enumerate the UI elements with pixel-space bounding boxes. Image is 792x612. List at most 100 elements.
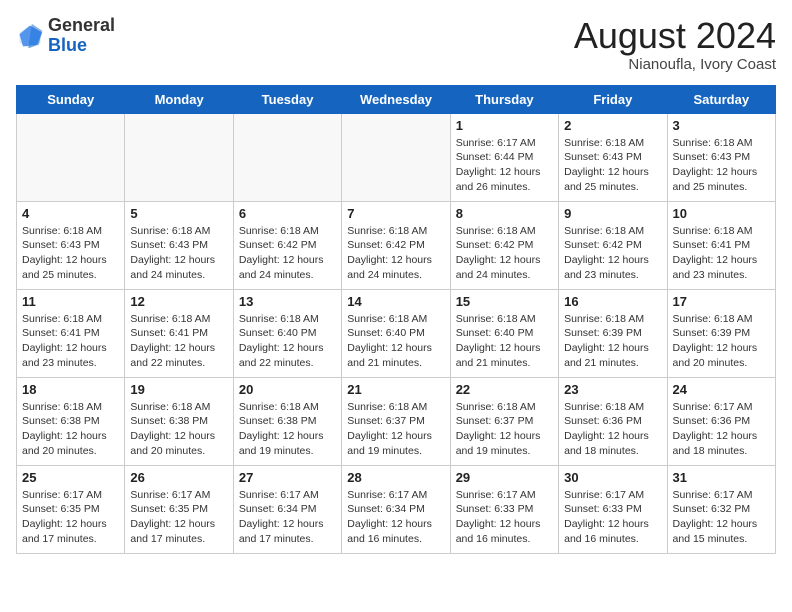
day-number: 10 xyxy=(673,206,770,221)
day-number: 11 xyxy=(22,294,119,309)
day-number: 9 xyxy=(564,206,661,221)
day-info: Sunrise: 6:18 AM Sunset: 6:39 PM Dayligh… xyxy=(564,312,661,371)
calendar-cell: 23 Sunrise: 6:18 AM Sunset: 6:36 PM Dayli… xyxy=(559,377,667,465)
day-info: Sunrise: 6:18 AM Sunset: 6:43 PM Dayligh… xyxy=(564,136,661,195)
calendar-cell: 29Sunrise: 6:17 AM Sunset: 6:33 PM Dayli… xyxy=(450,465,558,553)
day-number: 28 xyxy=(347,470,444,485)
day-number: 23 xyxy=(564,382,661,397)
calendar-cell: 12 Sunrise: 6:18 AM Sunset: 6:41 PM Dayli… xyxy=(125,289,233,377)
day-number: 22 xyxy=(456,382,553,397)
calendar-cell: 10 Sunrise: 6:18 AM Sunset: 6:41 PM Dayli… xyxy=(667,201,775,289)
calendar-cell: 25Sunrise: 6:17 AM Sunset: 6:35 PM Dayli… xyxy=(17,465,125,553)
day-info: Sunrise: 6:18 AM Sunset: 6:37 PM Dayligh… xyxy=(456,400,553,459)
calendar-week-row: 11 Sunrise: 6:18 AM Sunset: 6:41 PM Dayli… xyxy=(17,289,776,377)
day-of-week-header: Sunday xyxy=(17,85,125,113)
calendar-cell: 1Sunrise: 6:17 AM Sunset: 6:44 PM Daylig… xyxy=(450,113,558,201)
calendar-cell: 7 Sunrise: 6:18 AM Sunset: 6:42 PM Daylig… xyxy=(342,201,450,289)
day-info: Sunrise: 6:18 AM Sunset: 6:40 PM Dayligh… xyxy=(456,312,553,371)
day-of-week-header: Tuesday xyxy=(233,85,341,113)
logo: General Blue xyxy=(16,16,115,56)
day-info: Sunrise: 6:17 AM Sunset: 6:36 PM Dayligh… xyxy=(673,400,770,459)
page-header: General Blue August 2024 Nianoufla, Ivor… xyxy=(16,16,776,73)
day-number: 20 xyxy=(239,382,336,397)
calendar-cell: 3 Sunrise: 6:18 AM Sunset: 6:43 PM Daylig… xyxy=(667,113,775,201)
day-number: 3 xyxy=(673,118,770,133)
calendar-week-row: 1Sunrise: 6:17 AM Sunset: 6:44 PM Daylig… xyxy=(17,113,776,201)
calendar-cell: 16 Sunrise: 6:18 AM Sunset: 6:39 PM Dayli… xyxy=(559,289,667,377)
day-number: 7 xyxy=(347,206,444,221)
day-info: Sunrise: 6:18 AM Sunset: 6:42 PM Dayligh… xyxy=(456,224,553,283)
day-number: 4 xyxy=(22,206,119,221)
calendar-cell: 28Sunrise: 6:17 AM Sunset: 6:34 PM Dayli… xyxy=(342,465,450,553)
day-number: 25 xyxy=(22,470,119,485)
day-info: Sunrise: 6:17 AM Sunset: 6:34 PM Dayligh… xyxy=(239,488,336,547)
calendar-cell: 13 Sunrise: 6:18 AM Sunset: 6:40 PM Dayli… xyxy=(233,289,341,377)
day-info: Sunrise: 6:18 AM Sunset: 6:42 PM Dayligh… xyxy=(239,224,336,283)
day-number: 19 xyxy=(130,382,227,397)
calendar-cell: 5Sunrise: 6:18 AM Sunset: 6:43 PM Daylig… xyxy=(125,201,233,289)
calendar-week-row: 25Sunrise: 6:17 AM Sunset: 6:35 PM Dayli… xyxy=(17,465,776,553)
calendar-cell: 2 Sunrise: 6:18 AM Sunset: 6:43 PM Daylig… xyxy=(559,113,667,201)
calendar-cell: 15 Sunrise: 6:18 AM Sunset: 6:40 PM Dayli… xyxy=(450,289,558,377)
day-info: Sunrise: 6:18 AM Sunset: 6:38 PM Dayligh… xyxy=(130,400,227,459)
day-number: 12 xyxy=(130,294,227,309)
day-info: Sunrise: 6:18 AM Sunset: 6:42 PM Dayligh… xyxy=(347,224,444,283)
calendar-cell: 11 Sunrise: 6:18 AM Sunset: 6:41 PM Dayli… xyxy=(17,289,125,377)
day-info: Sunrise: 6:18 AM Sunset: 6:43 PM Dayligh… xyxy=(22,224,119,283)
day-number: 31 xyxy=(673,470,770,485)
calendar-cell: 21 Sunrise: 6:18 AM Sunset: 6:37 PM Dayli… xyxy=(342,377,450,465)
day-info: Sunrise: 6:18 AM Sunset: 6:40 PM Dayligh… xyxy=(239,312,336,371)
day-info: Sunrise: 6:18 AM Sunset: 6:36 PM Dayligh… xyxy=(564,400,661,459)
day-number: 26 xyxy=(130,470,227,485)
calendar-week-row: 4 Sunrise: 6:18 AM Sunset: 6:43 PM Daylig… xyxy=(17,201,776,289)
day-number: 15 xyxy=(456,294,553,309)
day-info: Sunrise: 6:18 AM Sunset: 6:37 PM Dayligh… xyxy=(347,400,444,459)
day-number: 2 xyxy=(564,118,661,133)
calendar-cell xyxy=(233,113,341,201)
day-of-week-header: Saturday xyxy=(667,85,775,113)
calendar-cell: 9Sunrise: 6:18 AM Sunset: 6:42 PM Daylig… xyxy=(559,201,667,289)
calendar-cell xyxy=(17,113,125,201)
calendar-cell: 14Sunrise: 6:18 AM Sunset: 6:40 PM Dayli… xyxy=(342,289,450,377)
day-info: Sunrise: 6:18 AM Sunset: 6:43 PM Dayligh… xyxy=(673,136,770,195)
calendar-cell: 8Sunrise: 6:18 AM Sunset: 6:42 PM Daylig… xyxy=(450,201,558,289)
day-number: 13 xyxy=(239,294,336,309)
day-info: Sunrise: 6:18 AM Sunset: 6:41 PM Dayligh… xyxy=(22,312,119,371)
calendar-table: SundayMondayTuesdayWednesdayThursdayFrid… xyxy=(16,85,776,554)
calendar-cell: 22 Sunrise: 6:18 AM Sunset: 6:37 PM Dayli… xyxy=(450,377,558,465)
title-section: August 2024 Nianoufla, Ivory Coast xyxy=(574,16,776,73)
logo-icon xyxy=(16,22,44,50)
day-number: 27 xyxy=(239,470,336,485)
day-of-week-header: Wednesday xyxy=(342,85,450,113)
calendar-cell: 30 Sunrise: 6:17 AM Sunset: 6:33 PM Dayli… xyxy=(559,465,667,553)
day-number: 6 xyxy=(239,206,336,221)
day-info: Sunrise: 6:18 AM Sunset: 6:38 PM Dayligh… xyxy=(239,400,336,459)
calendar-cell xyxy=(125,113,233,201)
day-info: Sunrise: 6:18 AM Sunset: 6:41 PM Dayligh… xyxy=(673,224,770,283)
day-info: Sunrise: 6:18 AM Sunset: 6:38 PM Dayligh… xyxy=(22,400,119,459)
calendar-cell: 27 Sunrise: 6:17 AM Sunset: 6:34 PM Dayli… xyxy=(233,465,341,553)
calendar-cell: 19 Sunrise: 6:18 AM Sunset: 6:38 PM Dayli… xyxy=(125,377,233,465)
calendar-cell: 31 Sunrise: 6:17 AM Sunset: 6:32 PM Dayli… xyxy=(667,465,775,553)
calendar-cell: 4 Sunrise: 6:18 AM Sunset: 6:43 PM Daylig… xyxy=(17,201,125,289)
day-number: 16 xyxy=(564,294,661,309)
location-title: Nianoufla, Ivory Coast xyxy=(574,56,776,73)
calendar-cell: 17Sunrise: 6:18 AM Sunset: 6:39 PM Dayli… xyxy=(667,289,775,377)
day-info: Sunrise: 6:17 AM Sunset: 6:32 PM Dayligh… xyxy=(673,488,770,547)
day-of-week-header: Thursday xyxy=(450,85,558,113)
day-of-week-header: Monday xyxy=(125,85,233,113)
day-info: Sunrise: 6:18 AM Sunset: 6:43 PM Dayligh… xyxy=(130,224,227,283)
day-number: 17 xyxy=(673,294,770,309)
day-info: Sunrise: 6:17 AM Sunset: 6:33 PM Dayligh… xyxy=(564,488,661,547)
month-title: August 2024 xyxy=(574,16,776,56)
day-number: 18 xyxy=(22,382,119,397)
day-info: Sunrise: 6:18 AM Sunset: 6:41 PM Dayligh… xyxy=(130,312,227,371)
calendar-cell: 18 Sunrise: 6:18 AM Sunset: 6:38 PM Dayli… xyxy=(17,377,125,465)
calendar-header-row: SundayMondayTuesdayWednesdayThursdayFrid… xyxy=(17,85,776,113)
day-of-week-header: Friday xyxy=(559,85,667,113)
day-number: 1 xyxy=(456,118,553,133)
day-number: 30 xyxy=(564,470,661,485)
day-number: 21 xyxy=(347,382,444,397)
logo-blue-text: Blue xyxy=(48,35,87,55)
calendar-cell: 6 Sunrise: 6:18 AM Sunset: 6:42 PM Daylig… xyxy=(233,201,341,289)
